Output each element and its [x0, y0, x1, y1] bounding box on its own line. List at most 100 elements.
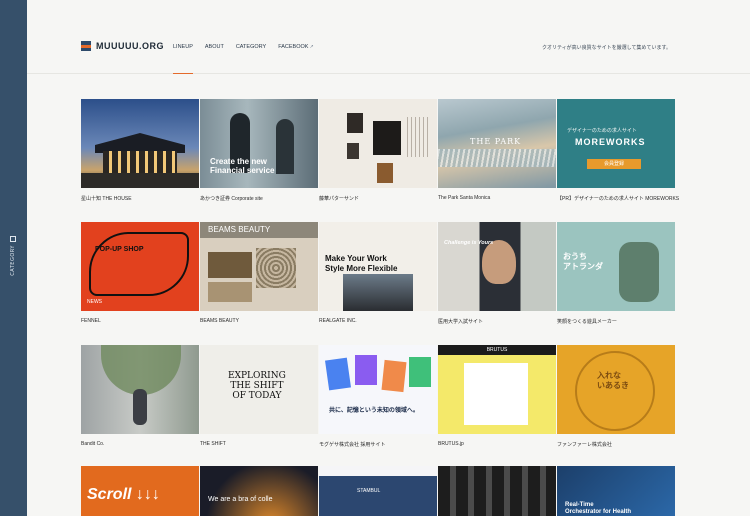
thumb-shape — [575, 351, 655, 431]
nav-category[interactable]: CATEGORY — [236, 44, 266, 74]
left-rail: CATEGORY — [0, 0, 27, 516]
site-thumbnail[interactable]: We are a bra of colle — [200, 466, 318, 516]
thumb-shape — [81, 173, 199, 188]
site-thumbnail[interactable]: THE PARK — [438, 99, 556, 188]
site-card[interactable]: おうち アトランダ 笑顔をつくる遊具メーカー — [557, 222, 676, 345]
site-grid: 星山十知 THE HOUSE Create the new Financial … — [81, 99, 679, 468]
thumb-text: MOREWORKS — [575, 137, 646, 147]
site-caption[interactable]: あかつき証券 Corporate site — [200, 195, 263, 202]
thumb-text: NEWS — [87, 299, 102, 305]
site-card[interactable]: BEAMS BEAUTY BEAMS BEAUTY — [200, 222, 319, 345]
site-caption[interactable]: FENNEL — [81, 318, 101, 324]
thumb-shape — [347, 143, 359, 159]
thumb-shape — [343, 274, 413, 311]
thumb-shape — [325, 357, 351, 391]
thumb-text: 共に、記憶という未知の領域へ。 — [329, 408, 419, 414]
site-card[interactable]: 入れな いあるき ファンファーレ株式会社 — [557, 345, 676, 468]
thumb-text: EXPLORING THE SHIFT OF TODAY — [228, 371, 286, 401]
site-thumbnail[interactable] — [438, 466, 556, 516]
thumb-text: BRUTUS — [438, 345, 556, 355]
site-caption[interactable]: The Park Santa Monica — [438, 195, 490, 201]
site-card[interactable]: Challenge is Yours 医用大学入試サイト — [438, 222, 557, 345]
site-card[interactable]: EXPLORING THE SHIFT OF TODAY THE SHIFT — [200, 345, 319, 468]
thumb-shape — [355, 355, 377, 385]
thumb-shape — [95, 133, 185, 153]
site-thumbnail[interactable]: Challenge is Yours — [438, 222, 556, 311]
site-caption[interactable]: モグゲサ株式会社 採用サイト — [319, 441, 385, 448]
site-card[interactable]: 共に、記憶という未知の領域へ。 モグゲサ株式会社 採用サイト — [319, 345, 438, 468]
site-thumbnail[interactable]: STAMBUL — [319, 466, 437, 516]
site-card[interactable]: 星山十知 THE HOUSE — [81, 99, 200, 222]
thumb-shape — [377, 163, 393, 183]
thumb-shape — [208, 282, 252, 302]
nav-lineup[interactable]: LINEUP — [173, 44, 193, 74]
thumb-shape — [89, 232, 189, 296]
thumb-shape — [464, 363, 528, 425]
site-caption[interactable]: 医用大学入試サイト — [438, 318, 483, 325]
site-caption[interactable]: 星山十知 THE HOUSE — [81, 195, 132, 202]
thumb-shape — [407, 117, 429, 157]
thumb-text: BEAMS BEAUTY — [200, 222, 318, 238]
logo-text: MUUUUU.ORG — [96, 41, 164, 51]
thumb-shape — [482, 240, 516, 284]
site-thumbnail[interactable]: BEAMS BEAUTY — [200, 222, 318, 311]
site-logo[interactable]: MUUUUU.ORG — [81, 41, 164, 51]
thumb-text: Create the new Financial service — [210, 157, 275, 175]
external-link-icon: ↗ — [309, 44, 314, 50]
logo-mark-icon — [81, 41, 91, 51]
thumb-shape — [208, 252, 252, 278]
thumb-shape — [409, 357, 431, 387]
thumb-shape — [276, 119, 294, 174]
site-header: MUUUUU.ORG LINEUP ABOUT CATEGORY FACEBOO… — [27, 0, 750, 74]
site-thumbnail[interactable]: Real-Time Orchestrator for Health — [557, 466, 675, 516]
site-card[interactable]: THE PARK The Park Santa Monica — [438, 99, 557, 222]
thumb-text: POP-UP SHOP — [95, 246, 144, 253]
site-thumbnail[interactable]: Create the new Financial service — [200, 99, 318, 188]
site-caption[interactable]: REALGATE INC. — [319, 318, 357, 324]
site-thumbnail[interactable]: Make Your Work Style More Flexible — [319, 222, 437, 311]
site-thumbnail[interactable]: デザイナーのための求人サイト MOREWORKS 会員登録 — [557, 99, 675, 188]
nav-about[interactable]: ABOUT — [205, 44, 224, 74]
site-thumbnail[interactable]: EXPLORING THE SHIFT OF TODAY — [200, 345, 318, 434]
site-thumbnail[interactable]: BRUTUS — [438, 345, 556, 434]
thumb-shape — [619, 242, 659, 302]
site-caption[interactable]: 藤華パターサンド — [319, 195, 359, 202]
site-thumbnail[interactable] — [319, 99, 437, 188]
site-thumbnail[interactable]: Scroll ↓↓↓ — [81, 466, 199, 516]
thumb-shape — [438, 149, 556, 167]
main-nav: LINEUP ABOUT CATEGORY FACEBOOK↗ — [173, 44, 326, 74]
thumb-shape — [256, 248, 296, 288]
nav-facebook-label: FACEBOOK — [278, 44, 309, 50]
site-caption[interactable]: Bandit Co. — [81, 441, 104, 447]
site-caption[interactable]: THE SHIFT — [200, 441, 226, 447]
site-card[interactable]: Create the new Financial service あかつき証券 … — [200, 99, 319, 222]
thumb-shape — [373, 121, 401, 155]
site-thumbnail[interactable]: 入れな いあるき — [557, 345, 675, 434]
rail-label: CATEGORY — [10, 245, 16, 276]
site-grid-row-partial: Scroll ↓↓↓ We are a bra of colle STAMBUL… — [81, 466, 676, 516]
thumb-shape — [101, 345, 181, 395]
site-caption[interactable]: BRUTUS.jp — [438, 441, 464, 447]
thumb-text: THE PARK — [470, 137, 522, 146]
site-thumbnail[interactable]: おうち アトランダ — [557, 222, 675, 311]
site-thumbnail[interactable]: 共に、記憶という未知の領域へ。 — [319, 345, 437, 434]
site-card[interactable]: Bandit Co. — [81, 345, 200, 468]
site-card[interactable]: POP-UP SHOP NEWS FENNEL — [81, 222, 200, 345]
site-card[interactable]: 藤華パターサンド — [319, 99, 438, 222]
site-card[interactable]: BRUTUS BRUTUS.jp — [438, 345, 557, 468]
site-caption[interactable]: 笑顔をつくる遊具メーカー — [557, 318, 617, 325]
site-thumbnail[interactable] — [81, 99, 199, 188]
category-rail-toggle[interactable]: CATEGORY — [6, 236, 20, 276]
nav-facebook[interactable]: FACEBOOK↗ — [278, 44, 313, 74]
site-card[interactable]: Make Your Work Style More Flexible REALG… — [319, 222, 438, 345]
site-caption[interactable]: ファンファーレ株式会社 — [557, 441, 612, 448]
site-tagline: クオリティが高い良質なサイトを厳選して集めています。 — [541, 45, 671, 51]
site-card[interactable]: デザイナーのための求人サイト MOREWORKS 会員登録 【PR】デザイナーの… — [557, 99, 679, 222]
thumb-text: Make Your Work Style More Flexible — [325, 254, 398, 273]
thumb-text: 会員登録 — [587, 159, 641, 169]
menu-icon — [10, 236, 16, 242]
site-caption[interactable]: BEAMS BEAUTY — [200, 318, 239, 324]
site-thumbnail[interactable]: POP-UP SHOP NEWS — [81, 222, 199, 311]
site-thumbnail[interactable] — [81, 345, 199, 434]
site-caption[interactable]: 【PR】デザイナーのための求人サイト MOREWORKS — [557, 195, 679, 202]
